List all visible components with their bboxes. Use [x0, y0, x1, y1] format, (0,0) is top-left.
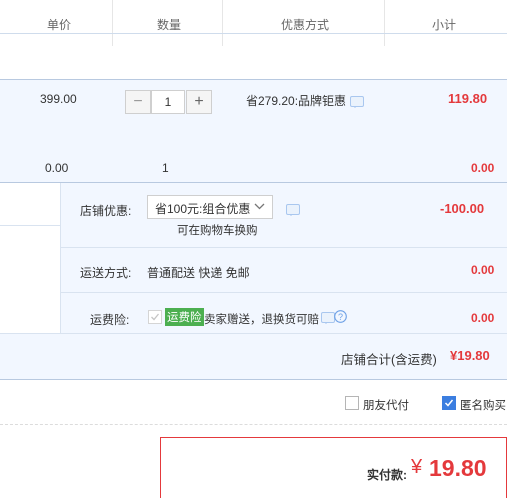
payment-currency: ¥ [411, 456, 423, 478]
item2-quantity: 1 [162, 161, 169, 175]
header-price: 单价 [47, 18, 72, 32]
anonymous-checkbox[interactable] [442, 396, 456, 410]
insurance-checkbox[interactable] [148, 310, 162, 324]
shop-total-label: 店铺合计(含运费) [341, 353, 437, 367]
item2-subtotal: 0.00 [471, 161, 495, 175]
shipping-label: 运送方式: [80, 266, 132, 280]
header-discount: 优惠方式 [281, 18, 330, 32]
insurance-amount: 0.00 [471, 311, 495, 325]
friend-pay-checkbox[interactable] [345, 396, 359, 410]
shipping-value: 普通配送 快递 免邮 [147, 266, 250, 280]
divider [0, 333, 507, 334]
insurance-badge: 运费险 [165, 308, 204, 326]
shop-total-amount: ¥19.80 [450, 348, 490, 363]
chat-icon[interactable] [321, 312, 335, 324]
shipping-amount: 0.00 [471, 263, 495, 277]
quantity-stepper[interactable]: − 1 + [125, 90, 212, 114]
chat-icon[interactable] [286, 204, 300, 216]
payment-amount: 19.80 [429, 455, 487, 481]
insurance-label: 运费险: [90, 313, 130, 327]
header-divider [384, 0, 385, 46]
divider [60, 292, 507, 293]
decrease-button[interactable]: − [125, 90, 151, 114]
insurance-text: 卖家赠送，退换货可赔 [204, 314, 319, 326]
quantity-input[interactable]: 1 [151, 90, 185, 114]
shop-discount-label: 店铺优惠: [80, 204, 132, 218]
header-subtotal: 小计 [432, 18, 457, 32]
item-rows: 399.00 0.00 1 省279.20:品牌钜惠 119.80 0.00 [0, 80, 507, 182]
header-divider [222, 0, 223, 46]
shop-discount-amount: -100.00 [440, 201, 485, 216]
anonymous-label: 匿名购买 [460, 400, 506, 412]
svg-text:?: ? [338, 312, 343, 322]
increase-button[interactable]: + [186, 90, 212, 114]
header-divider [112, 0, 113, 46]
payment-label: 实付款: [367, 468, 407, 482]
shop-discount-select[interactable]: 省100元:组合优惠 [147, 195, 273, 219]
chevron-down-icon [254, 203, 265, 210]
item1-discount: 省279.20:品牌钜惠 [246, 94, 347, 108]
chat-icon[interactable] [350, 96, 364, 108]
item1-subtotal: 119.80 [448, 91, 488, 106]
shop-discount-note: 可在购物车换购 [177, 225, 258, 237]
header-quantity: 数量 [157, 18, 182, 32]
divider [0, 424, 507, 425]
shop-left-panel [0, 183, 61, 333]
shop-discount-selected: 省100元:组合优惠 [155, 202, 251, 216]
help-icon[interactable]: ? [334, 310, 347, 323]
item1-price: 399.00 [40, 92, 77, 106]
table-header: 单价 数量 优惠方式 小计 [0, 0, 507, 46]
item2-price: 0.00 [45, 161, 69, 175]
divider [0, 379, 507, 380]
divider [60, 247, 507, 248]
divider [0, 33, 507, 34]
friend-pay-label: 朋友代付 [363, 400, 409, 412]
